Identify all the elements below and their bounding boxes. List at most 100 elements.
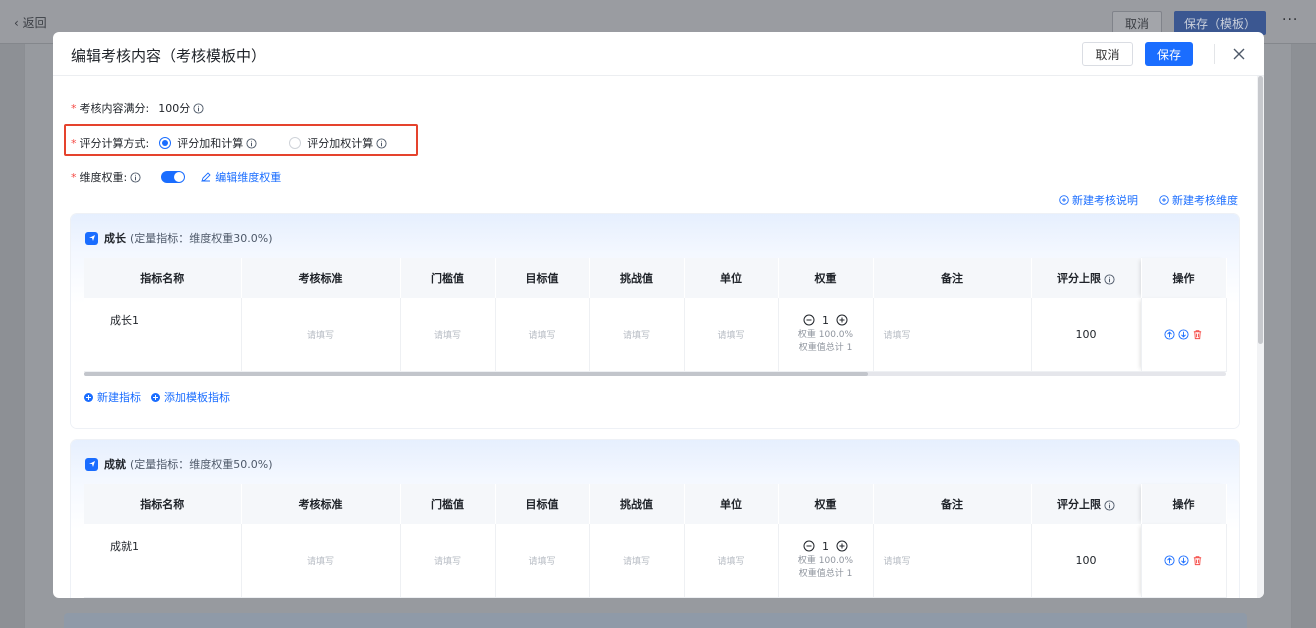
table-row: 成长1 请填写 请填写 请填写 请填写 请填写 1 权重 100.0% 权重值总…: [84, 298, 1227, 372]
calc-method-row: * 评分计算方式: 评分加和计算 评分加权计算: [71, 135, 387, 151]
section-title: 成就 (定量指标：维度权重50.0%): [85, 456, 273, 472]
close-icon[interactable]: [1229, 44, 1249, 64]
calc-option-weighted-label: 评分加权计算: [307, 137, 374, 150]
threshold-input[interactable]: 请填写: [400, 524, 496, 598]
scroll-thumb[interactable]: [1258, 76, 1263, 344]
col-header: 目标值: [495, 484, 590, 524]
plus-circle-icon: [1059, 195, 1069, 205]
minus-circle-icon[interactable]: [803, 540, 815, 552]
info-icon[interactable]: [1104, 499, 1115, 511]
add-template-indicator-button[interactable]: 添加模板指标: [151, 389, 230, 405]
col-header: 操作: [1141, 484, 1227, 524]
back-label: 返回: [22, 16, 47, 30]
unit-input[interactable]: 请填写: [684, 524, 779, 598]
new-description-label: 新建考核说明: [1072, 194, 1138, 207]
more-icon[interactable]: ···: [1282, 12, 1298, 28]
col-header: 考核标准: [241, 258, 401, 298]
modal-header: 编辑考核内容（考核模板中） 取消 保存: [53, 32, 1264, 76]
col-header: 操作: [1141, 258, 1227, 298]
move-up-icon[interactable]: [1164, 555, 1175, 566]
edit-dimension-weight-link[interactable]: 编辑维度权重: [201, 169, 281, 185]
challenge-input[interactable]: 请填写: [589, 298, 685, 372]
horizontal-scroll-thumb[interactable]: [84, 372, 868, 376]
weight-value[interactable]: 1: [822, 314, 829, 327]
standard-input[interactable]: 请填写: [241, 524, 401, 598]
target-input[interactable]: 请填写: [495, 524, 590, 598]
section-name: 成就: [104, 458, 126, 471]
plus-circle-icon: [1159, 195, 1169, 205]
score-cap-value[interactable]: 100: [1031, 298, 1142, 372]
table-row: 成就1 请填写 请填写 请填写 请填写 请填写 1 权重 100.0% 权重值总…: [84, 524, 1227, 598]
section-flag-icon: [85, 231, 98, 245]
challenge-input[interactable]: 请填写: [589, 524, 685, 598]
background-section-strip: [64, 613, 1247, 628]
required-mark: *: [71, 170, 77, 184]
required-mark: *: [71, 101, 77, 115]
info-icon[interactable]: [1104, 273, 1115, 285]
indicator-name-cell[interactable]: 成长1: [84, 298, 242, 372]
col-header-score-cap: 评分上限: [1031, 484, 1142, 524]
col-header: 备注: [873, 258, 1032, 298]
new-indicator-button[interactable]: 新建指标: [84, 389, 141, 405]
section-title: 成长 (定量指标：维度权重30.0%): [85, 230, 273, 246]
plus-circle-icon[interactable]: [836, 314, 848, 326]
minus-circle-icon[interactable]: [803, 314, 815, 326]
radio-sum[interactable]: [159, 137, 172, 149]
standard-input[interactable]: 请填写: [241, 298, 401, 372]
new-indicator-label: 新建指标: [97, 391, 141, 404]
section-actions: 新建指标 添加模板指标: [84, 389, 230, 405]
back-link[interactable]: ‹ 返回: [14, 14, 47, 31]
new-dimension-link[interactable]: 新建考核维度: [1159, 192, 1238, 208]
cancel-button[interactable]: 取消: [1082, 42, 1133, 66]
weight-cell: 1 权重 100.0% 权重值总计 1: [778, 524, 874, 598]
col-header: 权重: [778, 258, 874, 298]
info-icon[interactable]: [376, 137, 387, 149]
info-icon[interactable]: [193, 102, 204, 114]
required-mark: *: [71, 136, 77, 150]
modal-title: 编辑考核内容（考核模板中）: [71, 47, 267, 65]
horizontal-scrollbar[interactable]: [84, 372, 1226, 376]
col-header: 门槛值: [400, 484, 496, 524]
plus-icon: [84, 392, 93, 402]
score-cap-value[interactable]: 100: [1031, 524, 1142, 598]
delete-icon[interactable]: [1192, 329, 1203, 340]
plus-circle-icon[interactable]: [836, 540, 848, 552]
weight-total: 权重值总计 1: [798, 342, 853, 353]
col-header: 指标名称: [84, 258, 242, 298]
weight-value[interactable]: 1: [822, 540, 829, 553]
new-description-link[interactable]: 新建考核说明: [1059, 192, 1138, 208]
move-down-icon[interactable]: [1178, 555, 1189, 566]
delete-icon[interactable]: [1192, 555, 1203, 566]
weight-total: 权重值总计 1: [798, 568, 853, 579]
dimension-weight-toggle[interactable]: [161, 171, 186, 183]
indicator-table: 指标名称 考核标准 门槛值 目标值 挑战值 单位 权重 备注 评分上限 操作 成…: [84, 484, 1227, 598]
section-meta: (定量指标：维度权重50.0%): [130, 458, 273, 471]
remark-input[interactable]: 请填写: [873, 524, 1032, 598]
info-icon[interactable]: [246, 137, 257, 149]
calc-option-sum[interactable]: 评分加和计算: [159, 135, 257, 151]
move-down-icon[interactable]: [1178, 329, 1189, 340]
threshold-input[interactable]: 请填写: [400, 298, 496, 372]
new-dimension-label: 新建考核维度: [1172, 194, 1238, 207]
col-header-label: 评分上限: [1057, 272, 1101, 285]
save-button[interactable]: 保存: [1145, 42, 1193, 66]
target-input[interactable]: 请填写: [495, 298, 590, 372]
full-score-row: * 考核内容满分: 100分: [71, 100, 204, 116]
col-header: 考核标准: [241, 484, 401, 524]
edit-dimension-weight-label: 编辑维度权重: [215, 171, 282, 184]
indicator-name-cell[interactable]: 成就1: [84, 524, 242, 598]
calc-option-weighted[interactable]: 评分加权计算: [289, 135, 387, 151]
col-header: 门槛值: [400, 258, 496, 298]
dimension-weight-row: * 维度权重: 编辑维度权重: [71, 169, 281, 185]
unit-input[interactable]: 请填写: [684, 298, 779, 372]
col-header: 指标名称: [84, 484, 242, 524]
calc-method-label: 评分计算方式:: [79, 137, 150, 150]
move-up-icon[interactable]: [1164, 329, 1175, 340]
col-header-score-cap: 评分上限: [1031, 258, 1142, 298]
weight-percent: 权重 100.0%: [797, 329, 854, 340]
radio-weighted[interactable]: [289, 137, 302, 149]
info-icon[interactable]: [130, 171, 141, 183]
remark-input[interactable]: 请填写: [873, 298, 1032, 372]
operations-cell: [1141, 524, 1227, 598]
vertical-scrollbar[interactable]: [1257, 76, 1264, 598]
